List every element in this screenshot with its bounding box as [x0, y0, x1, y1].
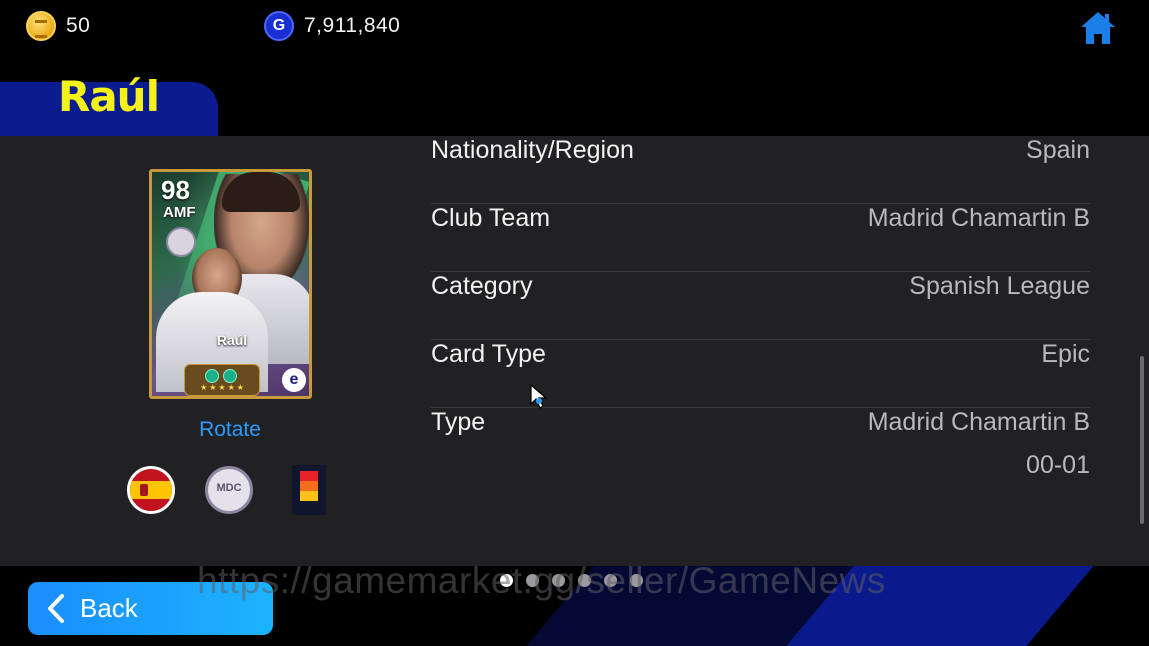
info-value: Epic [1041, 340, 1090, 368]
gp-balance[interactable]: G 7,911,840 [264, 10, 400, 42]
scrollbar[interactable] [1140, 356, 1144, 524]
home-icon [1081, 12, 1115, 44]
coin-icon [26, 11, 56, 41]
home-button[interactable] [1078, 8, 1118, 48]
skill-pip-icon [205, 369, 219, 383]
gp-icon: G [264, 11, 294, 41]
club-badge-icon: MDC [205, 466, 253, 514]
card-club-badge-icon [166, 227, 196, 257]
back-chevron-icon [40, 582, 80, 635]
info-value-line2: 00-01 [1026, 451, 1090, 479]
card-position: AMF [163, 204, 196, 221]
skill-pip-icon [223, 369, 237, 383]
info-row-category: Category Spanish League [431, 272, 1090, 340]
card-rating: 98 [161, 175, 190, 205]
info-value: Madrid Chamartin B [867, 408, 1090, 436]
efootball-logo-icon: e [282, 368, 306, 392]
player-name-title: Raúl [58, 72, 160, 121]
league-badge-icon [292, 465, 326, 515]
info-label: Club Team [431, 204, 551, 232]
player-card[interactable]: 98 AMF Raúl ★★★★★ e [149, 169, 312, 399]
info-value: Spain [1026, 136, 1090, 164]
title-band: Raúl [0, 52, 1149, 136]
info-label: Card Type [431, 340, 546, 368]
spain-flag-icon [127, 466, 175, 514]
gp-value: 7,911,840 [304, 14, 401, 37]
flag-stripe [130, 481, 172, 499]
info-row-nationality: Nationality/Region Spain [431, 136, 1090, 204]
back-label: Back [80, 593, 138, 623]
card-footer: ★★★★★ [184, 364, 260, 396]
club-badge-text: MDC [216, 482, 242, 494]
card-stars: ★★★★★ [200, 383, 246, 392]
rotate-button[interactable]: Rotate [172, 418, 288, 442]
flag-emblem [140, 484, 148, 496]
cursor-icon [530, 384, 548, 409]
player-details-panel: 98 AMF Raúl ★★★★★ e Rotate MDC Nationali… [0, 136, 1149, 566]
top-bar: 50 G 7,911,840 [0, 0, 1149, 52]
info-label: Type [431, 408, 486, 436]
info-row-club-team: Club Team Madrid Chamartin B [431, 204, 1090, 272]
card-player-name: Raúl [216, 332, 248, 348]
info-value: Madrid Chamartin B [867, 204, 1090, 232]
coin-value: 50 [66, 14, 91, 37]
info-value: Spanish League [909, 272, 1090, 300]
info-label: Category [431, 272, 533, 300]
info-label: Nationality/Region [431, 136, 634, 164]
info-row-type: Type Madrid Chamartin B 00-01 [431, 408, 1090, 488]
coin-balance[interactable]: 50 [26, 10, 90, 42]
watermark: https://gamemarket.gg/seller/GameNews [197, 560, 886, 601]
